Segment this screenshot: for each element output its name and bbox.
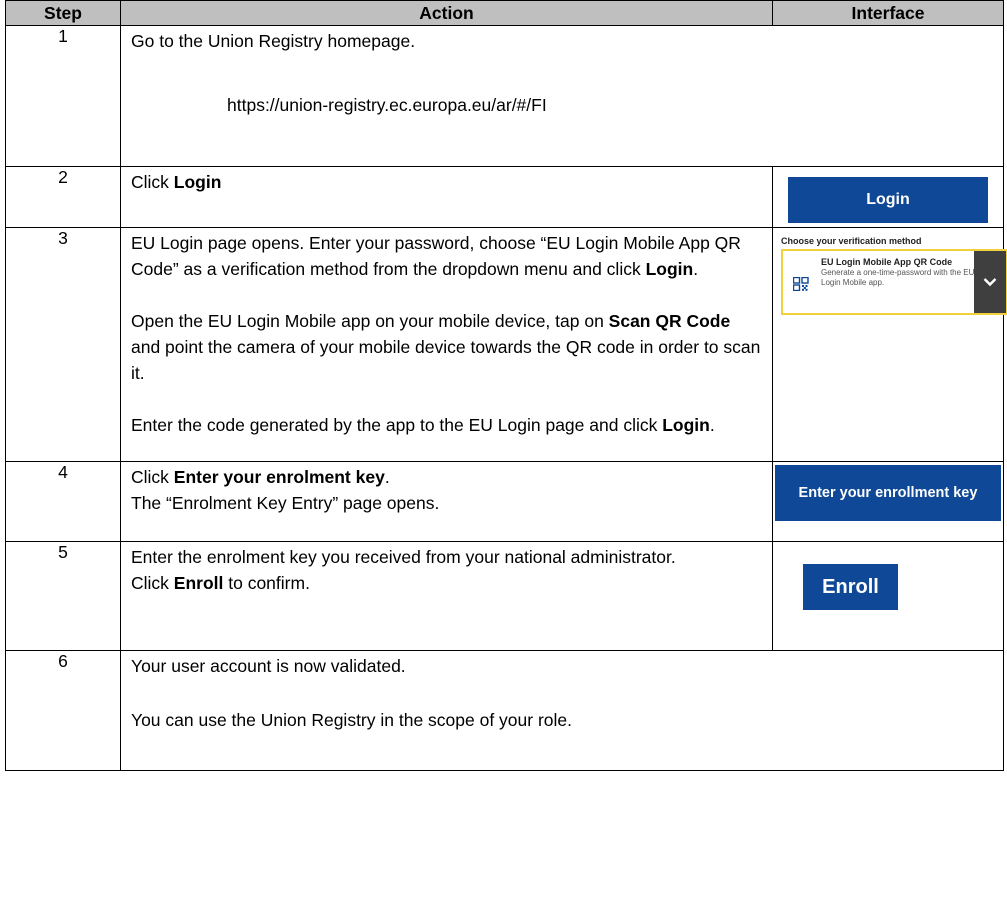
action-text: Enter the enrolment key you received fro…	[131, 547, 676, 567]
table-row: 3 EU Login page opens. Enter your passwo…	[5, 227, 1007, 462]
verification-method-select[interactable]: EU Login Mobile App QR Code Generate a o…	[781, 249, 1007, 315]
action-cell: Click Enter your enrolment key. The “Enr…	[120, 461, 773, 542]
verification-title: Choose your verification method	[781, 236, 922, 246]
action-paragraph: EU Login page opens. Enter your password…	[131, 233, 741, 279]
step-number: 4	[5, 461, 121, 542]
login-keyword: Login	[173, 172, 222, 192]
action-paragraph: Open the EU Login Mobile app on your mob…	[131, 311, 761, 383]
qr-code-icon	[793, 277, 809, 291]
option-title: EU Login Mobile App QR Code	[821, 257, 953, 267]
table-row: 6 Your user account is now validated. Yo…	[5, 650, 1004, 771]
header-interface: Interface	[772, 0, 1004, 26]
header-action: Action	[120, 0, 773, 26]
step-number: 1	[5, 25, 121, 167]
step-number: 6	[5, 650, 121, 771]
header-step: Step	[5, 0, 121, 26]
interface-cell: Choose your verification method EU Login…	[772, 227, 1007, 462]
table-row: 2 Click Login Login	[5, 166, 1004, 228]
verification-method-widget: Choose your verification method EU Login…	[781, 236, 1007, 315]
action-cell: EU Login page opens. Enter your password…	[120, 227, 773, 462]
table-row: 4 Click Enter your enrolment key. The “E…	[5, 461, 1004, 542]
interface-cell: Login	[772, 166, 1004, 228]
action-cell: Enter the enrolment key you received fro…	[120, 541, 773, 651]
action-cell: Your user account is now validated. You …	[120, 650, 1004, 771]
action-text: The “Enrolment Key Entry” page opens.	[131, 493, 440, 513]
option-description: Generate a one-time-password with the EU…	[821, 268, 975, 287]
login-button[interactable]: Login	[788, 177, 988, 223]
step-number: 2	[5, 166, 121, 228]
enroll-keyword: Enroll	[173, 573, 224, 593]
action-text: Your user account is now validated.	[131, 656, 406, 676]
table-row: 1 Go to the Union Registry homepage. htt…	[5, 25, 1004, 167]
action-cell: Click Login	[120, 166, 773, 228]
action-cell: Go to the Union Registry homepage. https…	[120, 25, 1004, 167]
action-paragraph: Enter the code generated by the app to t…	[131, 415, 715, 435]
action-text: You can use the Union Registry in the sc…	[131, 710, 573, 730]
chevron-down-icon	[983, 278, 997, 287]
enter-enrolment-key-button[interactable]: Enter your enrollment key	[775, 465, 1001, 521]
interface-cell: Enter your enrollment key	[772, 461, 1004, 542]
table-row: 5 Enter the enrolment key you received f…	[5, 541, 1004, 651]
enroll-button[interactable]: Enroll	[803, 564, 898, 610]
step-number: 3	[5, 227, 121, 462]
homepage-url: https://union-registry.ec.europa.eu/ar/#…	[227, 95, 547, 115]
header-row: Step Action Interface	[5, 0, 1004, 26]
interface-cell: Enroll	[772, 541, 1004, 651]
action-text: Go to the Union Registry homepage.	[131, 31, 416, 51]
dropdown-toggle[interactable]	[974, 251, 1006, 313]
step-number: 5	[5, 541, 121, 651]
steps-table: Step Action Interface 1 Go to the Union …	[5, 0, 1007, 771]
enrolment-key-keyword: Enter your enrolment key	[173, 467, 385, 487]
